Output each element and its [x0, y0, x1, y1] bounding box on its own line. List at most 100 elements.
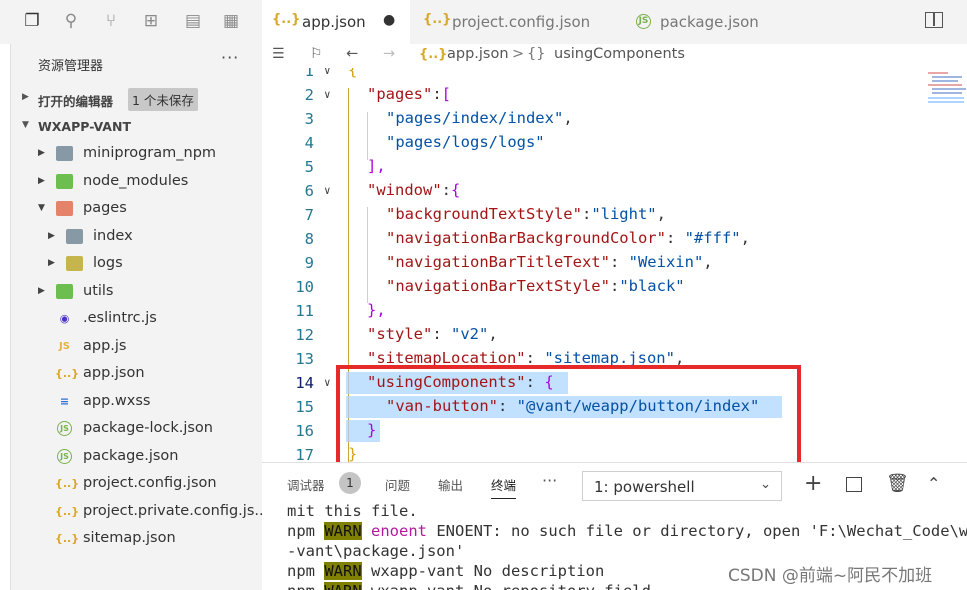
tree-item-utils[interactable]: ▶ utils	[11, 279, 263, 305]
tree-item-pages[interactable]: ▼ pages	[11, 196, 263, 222]
terminal-text: npm	[287, 562, 325, 580]
tab-problems[interactable]: 问题	[385, 475, 410, 494]
explorer-icon[interactable]: ❐	[21, 10, 43, 32]
code-line: 3 "pages/index/index",	[262, 108, 967, 132]
unsaved-badge: 1 个未保存	[128, 88, 198, 111]
code-token: "Weixin"	[628, 253, 704, 271]
code-token: ,	[488, 325, 498, 343]
tree-item-package-lock[interactable]: JS package-lock.json	[11, 416, 263, 442]
terminal-text: npm	[287, 522, 325, 540]
json-file-icon: {..}	[419, 47, 448, 62]
open-editors-label: 打开的编辑器	[38, 94, 114, 109]
tree-item-label: miniprogram_npm	[83, 145, 217, 161]
minimap-line	[932, 76, 962, 78]
code-token: ,	[563, 109, 573, 127]
code-token: "pages/index/index"	[386, 109, 564, 127]
chevron-down-icon[interactable]: ∨	[324, 184, 331, 197]
tree-item-label: package.json	[83, 448, 179, 464]
search-icon[interactable]: ⚲	[60, 10, 82, 32]
back-arrow-icon[interactable]: ←	[346, 46, 358, 62]
storage-icon[interactable]: ▤	[182, 10, 204, 32]
tree-item-label: node_modules	[83, 173, 189, 189]
list-icon[interactable]: ☰	[272, 46, 285, 62]
more-tabs-button[interactable]: ···	[542, 471, 557, 490]
tree-item-logs[interactable]: ▶ logs	[11, 251, 263, 277]
breadcrumb: ☰ ⚐ ← → {..} app.json > {} usingComponen…	[262, 44, 967, 68]
tree-item-node-modules[interactable]: ▶ node_modules	[11, 169, 263, 195]
tree-item-project-config[interactable]: {..} project.config.json	[11, 471, 263, 497]
tab-output[interactable]: 输出	[438, 475, 463, 494]
minimap[interactable]	[928, 70, 966, 106]
tab-app-json[interactable]: {..} app.json ●	[262, 0, 410, 44]
folder-log-icon	[66, 256, 83, 271]
add-terminal-icon[interactable]: +	[804, 473, 822, 495]
breadcrumb-file[interactable]: app.json	[447, 46, 509, 62]
tree-item-index[interactable]: ▶ index	[11, 224, 263, 250]
chevron-down-icon[interactable]: ∨	[324, 376, 331, 389]
code-token: "navigationBarTextStyle"	[386, 277, 610, 295]
tree-item-eslintrc[interactable]: ◉ .eslintrc.js	[11, 306, 263, 332]
chevron-right-icon: ▶	[22, 92, 29, 102]
terminal-select-value: 1: powershell	[594, 478, 695, 496]
line-number: 16	[295, 422, 314, 440]
tree-item-label: package-lock.json	[83, 420, 213, 436]
code-line: 12 "style": "v2",	[262, 324, 967, 348]
code-token: "v2"	[451, 325, 489, 343]
tab-label: project.config.json	[452, 13, 591, 31]
tree-item-app-wxss[interactable]: ≡ app.wxss	[11, 389, 263, 415]
unsaved-dot-icon[interactable]: ●	[383, 12, 395, 28]
tree-item-app-json[interactable]: {..} app.json	[11, 361, 263, 387]
tree-item-app-js[interactable]: JS app.js	[11, 334, 263, 360]
code-line: 10 "navigationBarTextStyle":"black"	[262, 276, 967, 300]
code-line: 5 ],	[262, 156, 967, 180]
chevron-right-icon: ▶	[38, 286, 45, 296]
docker-icon[interactable]: ▦	[220, 10, 242, 32]
chevron-up-icon[interactable]: ⌃	[927, 475, 940, 493]
open-editors-section[interactable]: ▶ 打开的编辑器 1 个未保存	[11, 87, 263, 111]
tree-item-miniprogram-npm[interactable]: ▶ miniprogram_npm	[11, 141, 263, 167]
extensions-icon[interactable]: ⊞	[140, 10, 162, 32]
source-control-icon[interactable]: ⑂	[100, 10, 122, 32]
tab-package-json[interactable]: JS package.json	[620, 0, 784, 44]
breadcrumb-symbol[interactable]: usingComponents	[554, 46, 685, 62]
split-terminal-icon[interactable]	[846, 477, 862, 492]
watermark: CSDN @前端~阿民不加班	[728, 566, 933, 586]
node-file-icon: JS	[636, 14, 651, 29]
project-section[interactable]: ▼ WXAPP-VANT	[11, 115, 263, 139]
terminal-line: npm WARN enoent ENOENT: no such file or …	[287, 522, 967, 540]
code-token: :	[441, 181, 451, 199]
terminal-select[interactable]: 1: powershell ⌄	[582, 471, 782, 501]
chevron-down-icon[interactable]: ∨	[324, 68, 331, 77]
line-number: 4	[304, 134, 314, 152]
json-file-icon: {..}	[55, 477, 80, 490]
explorer-sidebar: 资源管理器 ··· ▶ 打开的编辑器 1 个未保存 ▼ WXAPP-VANT ▶…	[10, 44, 268, 590]
code-token: :	[609, 277, 620, 295]
activity-bar: ❐ ⚲ ⑂ ⊞ ▤ ▦	[0, 0, 262, 44]
folder-icon	[56, 146, 73, 161]
tab-terminal[interactable]: 终端	[491, 475, 517, 499]
breadcrumb-separator: >	[512, 46, 525, 62]
split-editor-icon[interactable]	[925, 12, 943, 28]
tab-project-config[interactable]: {..} project.config.json	[411, 0, 619, 44]
tree-item-sitemap[interactable]: {..} sitemap.json	[11, 526, 263, 552]
code-token: ,	[740, 229, 750, 247]
tree-item-project-private-config[interactable]: {..} project.private.config.js...	[11, 499, 268, 525]
code-line: 1 ∨ {	[262, 68, 967, 84]
trash-icon[interactable]: 🗑	[886, 475, 909, 493]
code-token: },	[367, 301, 386, 319]
line-number: 13	[295, 350, 314, 368]
more-actions-button[interactable]: ···	[221, 48, 239, 67]
code-token: "pages/logs/logs"	[386, 133, 545, 151]
forward-arrow-icon[interactable]: →	[383, 46, 395, 62]
json-file-icon: {..}	[272, 12, 301, 27]
tree-item-package-json[interactable]: JS package.json	[11, 444, 263, 470]
debugger-count-badge: 1	[339, 472, 361, 494]
chevron-down-icon[interactable]: ∨	[324, 88, 331, 101]
tab-debugger[interactable]: 调试器	[287, 475, 325, 494]
code-token: "navigationBarBackgroundColor"	[386, 229, 666, 247]
json-file-icon: {..}	[55, 532, 80, 545]
code-token: ,	[703, 253, 713, 271]
minimap-line	[928, 72, 948, 74]
bookmark-icon[interactable]: ⚐	[310, 46, 323, 62]
chevron-right-icon: ▶	[48, 231, 55, 241]
